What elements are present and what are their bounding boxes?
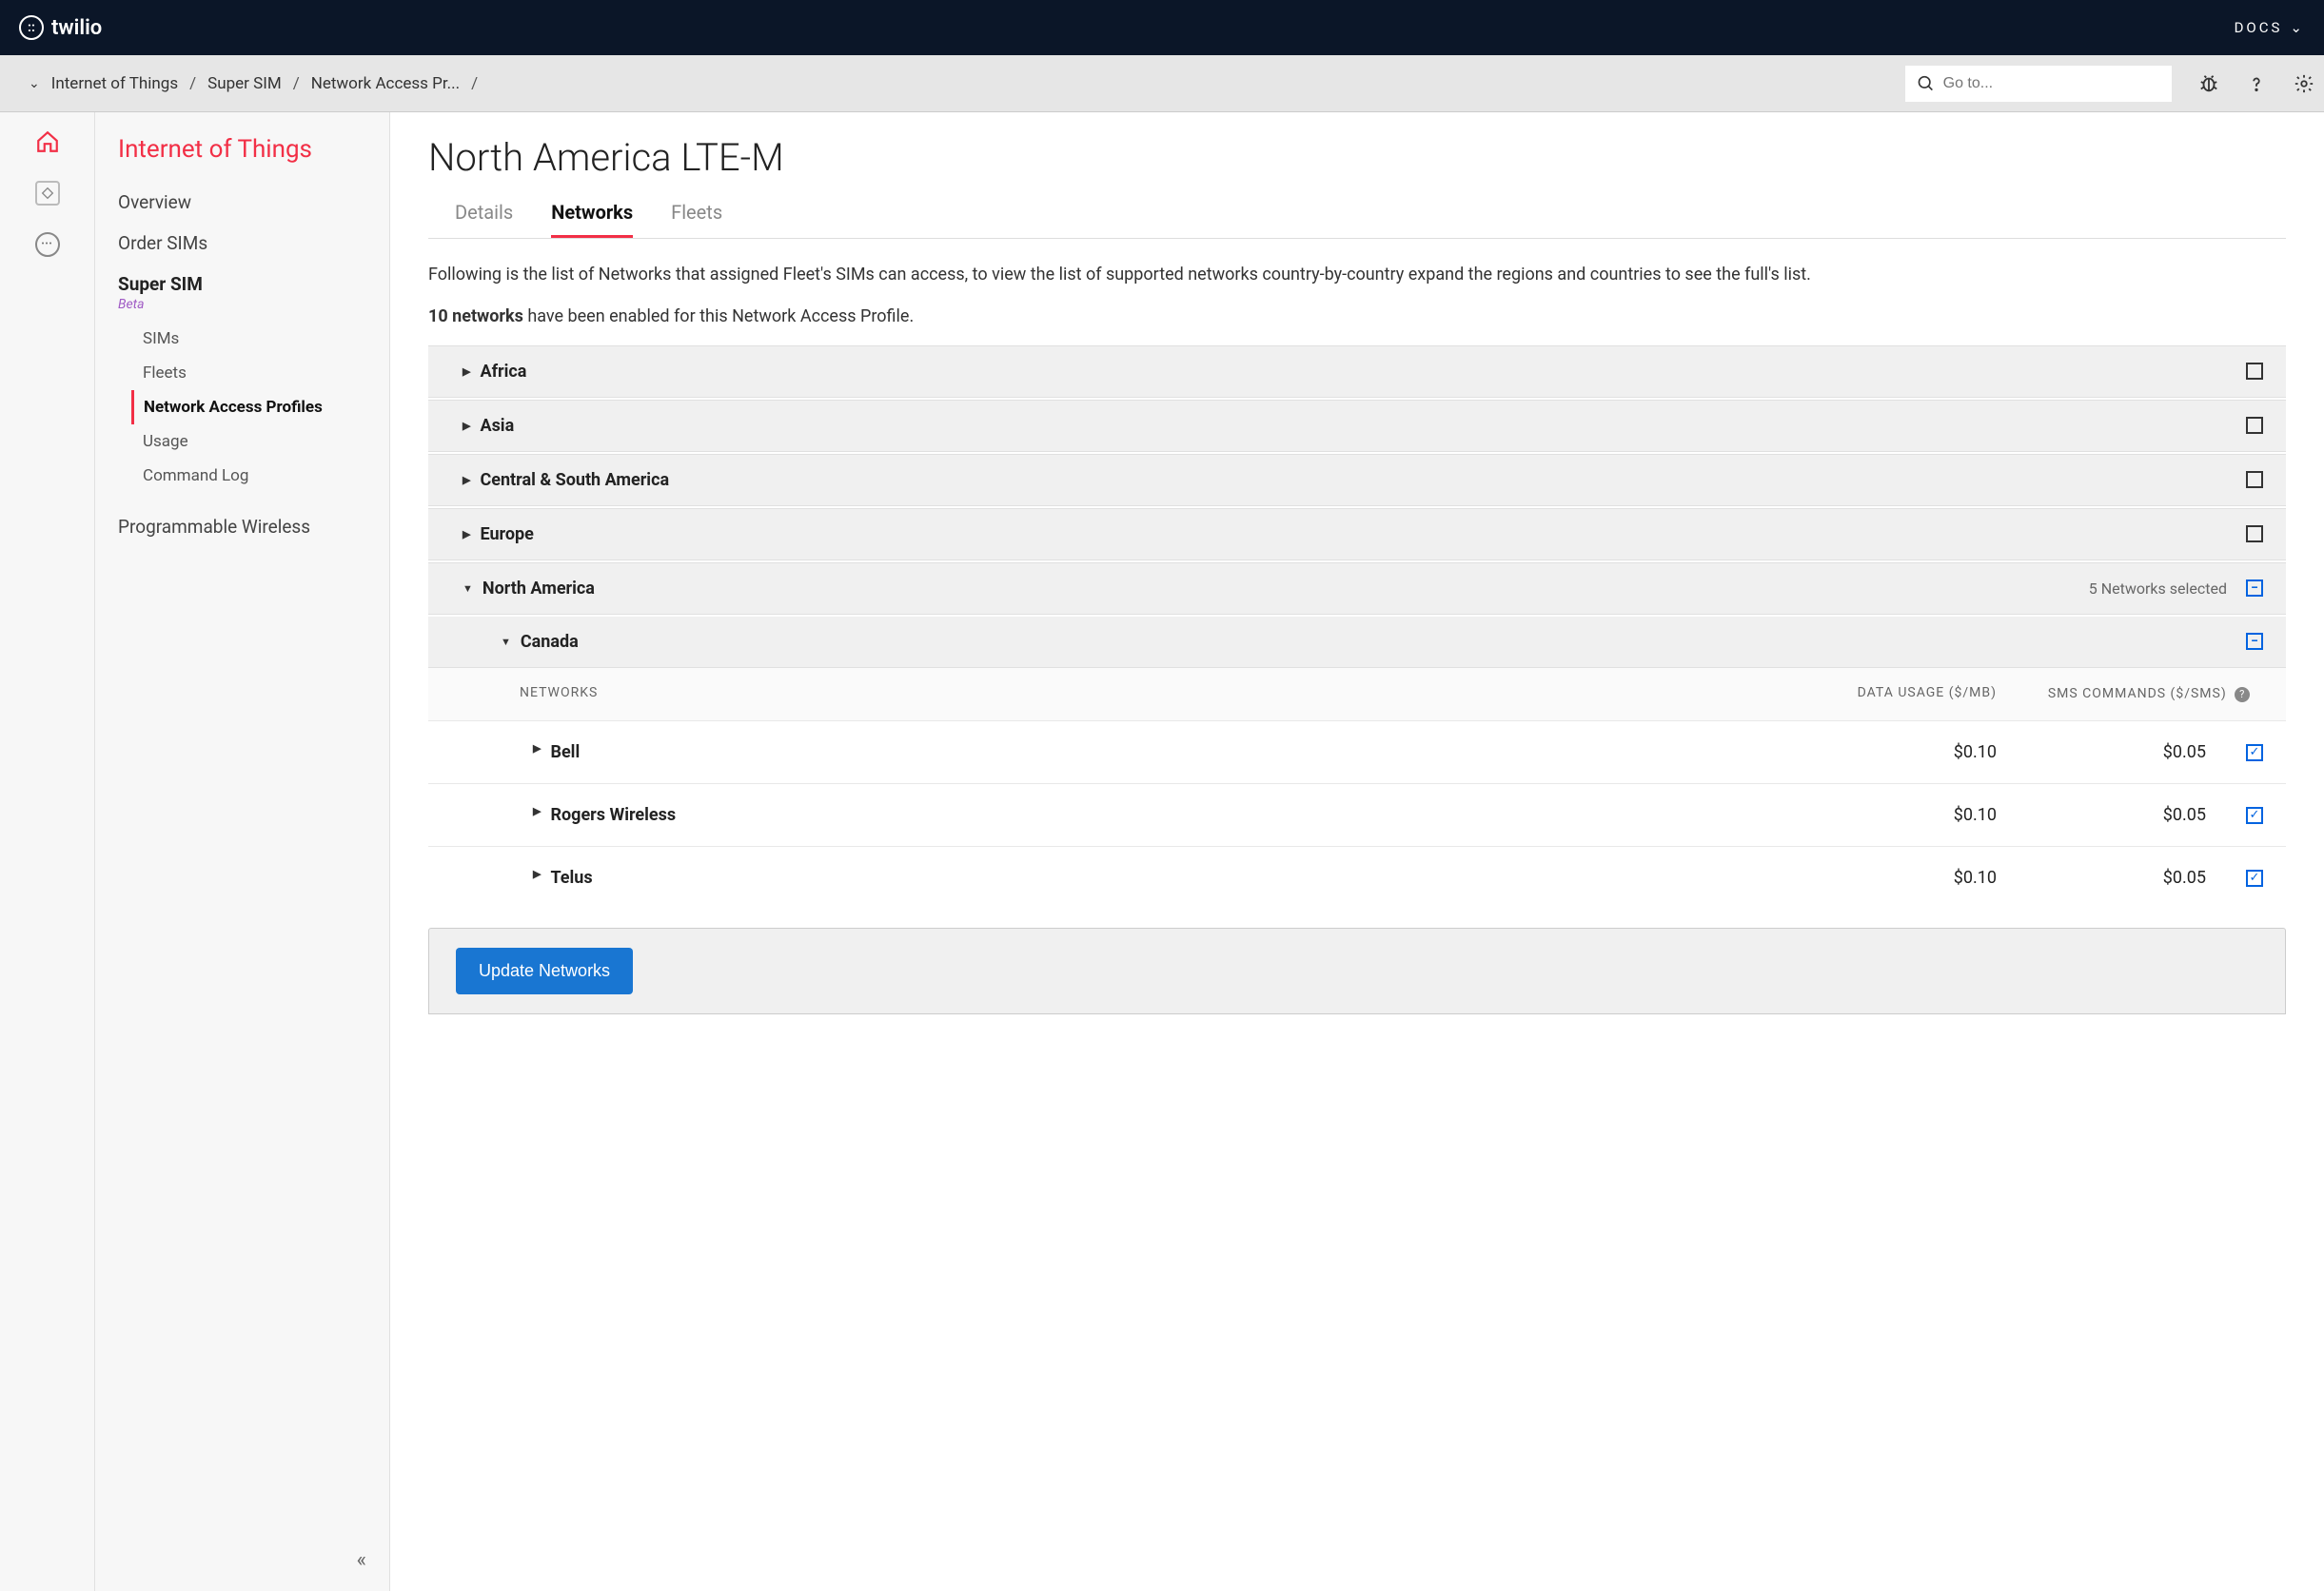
toolbar bbox=[1905, 66, 2314, 102]
breadcrumb-bar: ⌄ Internet of Things/ Super SIM/ Network… bbox=[0, 55, 2324, 112]
sim-icon[interactable] bbox=[35, 181, 60, 206]
col-networks: NETWORKS bbox=[520, 685, 1768, 704]
caret-right-icon: ▶ bbox=[463, 528, 470, 540]
region-asia[interactable]: ▶Asia bbox=[428, 400, 2286, 452]
search-icon bbox=[1917, 73, 1936, 94]
top-bar: :: twilio DOCS ⌄ bbox=[0, 0, 2324, 55]
col-sms-commands: SMS COMMANDS ($/SMS) ? bbox=[2035, 685, 2263, 704]
help-icon[interactable] bbox=[2246, 73, 2267, 94]
logo-icon: :: bbox=[19, 15, 44, 40]
checkbox-africa[interactable] bbox=[2246, 363, 2263, 380]
caret-right-icon[interactable]: ▶ bbox=[533, 805, 541, 825]
caret-down-icon: ▼ bbox=[501, 636, 511, 648]
subnav-sims[interactable]: SIMs bbox=[131, 322, 389, 356]
sub-nav: SIMs Fleets Network Access Profiles Usag… bbox=[118, 322, 389, 493]
caret-right-icon[interactable]: ▶ bbox=[533, 868, 541, 888]
collapse-sidebar-icon[interactable]: « bbox=[357, 1548, 366, 1572]
nav-overview[interactable]: Overview bbox=[95, 182, 389, 223]
more-icon[interactable]: ••• bbox=[35, 232, 60, 257]
region-csamerica[interactable]: ▶Central & South America bbox=[428, 454, 2286, 506]
network-row-bell: ▶Bell $0.10 $0.05 ✓ bbox=[428, 720, 2286, 783]
subnav-network-access-profiles[interactable]: Network Access Profiles bbox=[131, 390, 389, 424]
update-networks-button[interactable]: Update Networks bbox=[456, 948, 633, 994]
gear-icon[interactable] bbox=[2294, 73, 2314, 94]
bug-icon[interactable] bbox=[2198, 73, 2219, 94]
nav-programmable-wireless[interactable]: Programmable Wireless bbox=[95, 506, 389, 547]
brand-logo[interactable]: :: twilio bbox=[19, 15, 102, 40]
sidebar: Internet of Things Overview Order SIMs S… bbox=[95, 112, 390, 1591]
caret-right-icon[interactable]: ▶ bbox=[533, 742, 541, 762]
checkbox-telus[interactable]: ✓ bbox=[2246, 870, 2263, 887]
checkbox-bell[interactable]: ✓ bbox=[2246, 744, 2263, 761]
tab-fleets[interactable]: Fleets bbox=[671, 191, 722, 238]
breadcrumb-mid[interactable]: Super SIM bbox=[207, 74, 282, 93]
checkbox-rogers[interactable]: ✓ bbox=[2246, 807, 2263, 824]
caret-right-icon: ▶ bbox=[463, 365, 470, 378]
help-tooltip-icon[interactable]: ? bbox=[2235, 687, 2250, 702]
networks-table-header: NETWORKS DATA USAGE ($/MB) SMS COMMANDS … bbox=[428, 668, 2286, 721]
network-count: 10 networks have been enabled for this N… bbox=[428, 306, 2286, 326]
caret-right-icon: ▶ bbox=[463, 474, 470, 486]
page-description: Following is the list of Networks that a… bbox=[428, 262, 2286, 289]
caret-down-icon: ▼ bbox=[463, 582, 473, 595]
network-row-telus: ▶Telus $0.10 $0.05 ✓ bbox=[428, 846, 2286, 909]
network-row-rogers: ▶Rogers Wireless $0.10 $0.05 ✓ bbox=[428, 783, 2286, 846]
tab-details[interactable]: Details bbox=[455, 191, 513, 238]
chevron-down-icon[interactable]: ⌄ bbox=[29, 76, 40, 91]
subnav-fleets[interactable]: Fleets bbox=[131, 356, 389, 390]
beta-badge: Beta bbox=[118, 295, 366, 312]
breadcrumb-leaf[interactable]: Network Access Pr... bbox=[311, 74, 460, 93]
nav-super-sim[interactable]: Super SIM Beta bbox=[95, 264, 389, 322]
docs-link[interactable]: DOCS ⌄ bbox=[2235, 19, 2305, 36]
home-icon[interactable] bbox=[35, 129, 60, 154]
tab-networks[interactable]: Networks bbox=[551, 191, 633, 238]
checkbox-europe[interactable] bbox=[2246, 525, 2263, 542]
nav-order-sims[interactable]: Order SIMs bbox=[95, 223, 389, 264]
checkbox-namerica[interactable]: − bbox=[2246, 579, 2263, 597]
region-africa[interactable]: ▶Africa bbox=[428, 345, 2286, 398]
breadcrumb-root[interactable]: Internet of Things bbox=[51, 74, 178, 93]
sidebar-title: Internet of Things bbox=[95, 135, 389, 182]
checkbox-asia[interactable] bbox=[2246, 417, 2263, 434]
subnav-usage[interactable]: Usage bbox=[131, 424, 389, 459]
checkbox-csamerica[interactable] bbox=[2246, 471, 2263, 488]
subnav-command-log[interactable]: Command Log bbox=[131, 459, 389, 493]
search-input[interactable] bbox=[1943, 75, 2160, 92]
chevron-down-icon: ⌄ bbox=[2290, 19, 2305, 36]
tab-bar: Details Networks Fleets bbox=[428, 191, 2286, 239]
region-namerica[interactable]: ▼North America 5 Networks selected − bbox=[428, 562, 2286, 615]
search-box[interactable] bbox=[1905, 66, 2172, 102]
icon-rail: ••• bbox=[0, 112, 95, 1591]
breadcrumb: ⌄ Internet of Things/ Super SIM/ Network… bbox=[29, 74, 478, 93]
page-title: North America LTE-M bbox=[428, 135, 2286, 180]
main-content: North America LTE-M Details Networks Fle… bbox=[390, 112, 2324, 1591]
na-selected-count: 5 Networks selected bbox=[2089, 579, 2227, 598]
country-canada[interactable]: ▼Canada − bbox=[428, 617, 2286, 668]
col-data-usage: DATA USAGE ($/MB) bbox=[1768, 685, 2035, 704]
footer-bar: Update Networks bbox=[428, 928, 2286, 1014]
region-europe[interactable]: ▶Europe bbox=[428, 508, 2286, 560]
brand-name: twilio bbox=[51, 16, 102, 40]
checkbox-canada[interactable]: − bbox=[2246, 633, 2263, 650]
caret-right-icon: ▶ bbox=[463, 420, 470, 432]
